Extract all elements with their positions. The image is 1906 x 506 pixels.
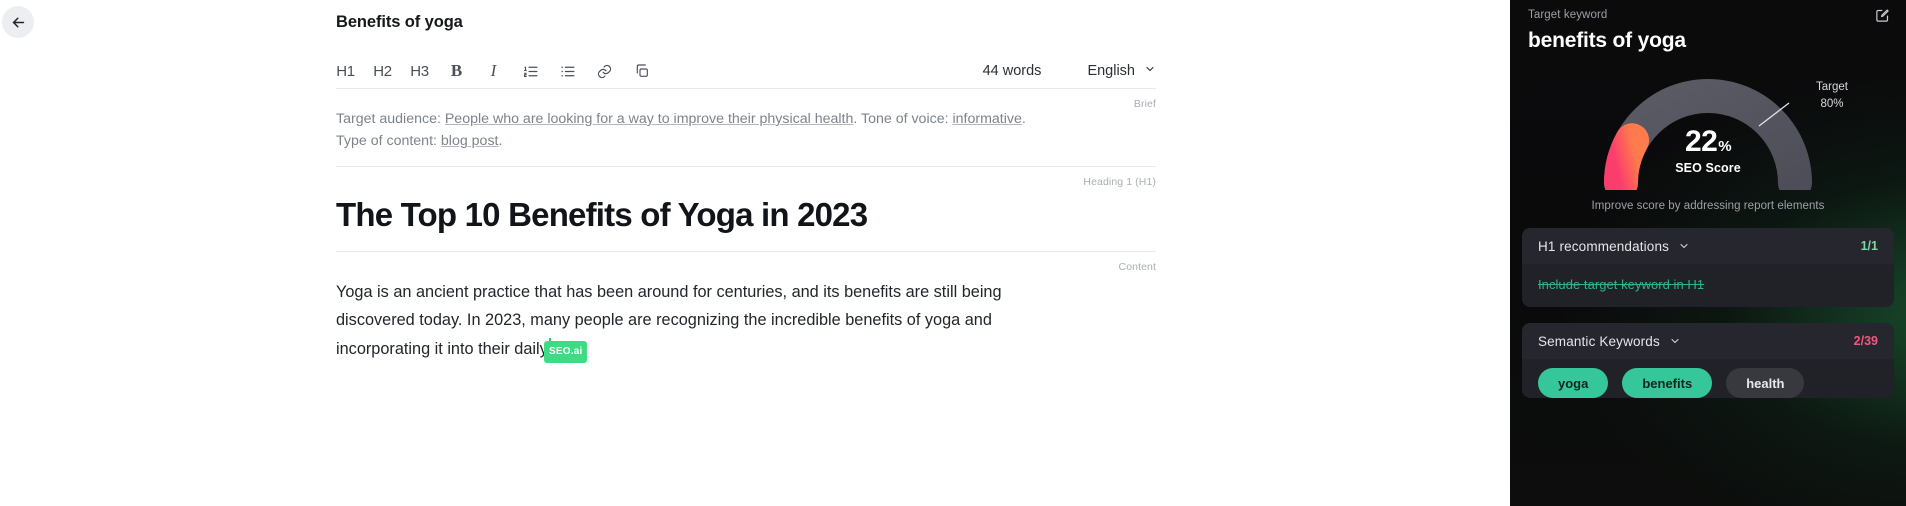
target-keyword-header: Target keyword benefits of yoga [1510,0,1906,53]
brief-block[interactable]: Brief Target audience: People who are lo… [336,89,1156,166]
chevron-down-icon[interactable] [1669,335,1681,347]
seo-score-gauge: 22% SEO Score Target 80% [1510,65,1906,190]
language-label: English [1087,63,1135,79]
heading-block-label: Heading 1 (H1) [1083,175,1156,188]
gauge-target-label: Target [1816,81,1848,93]
content-block-label: Content [1118,261,1156,274]
section-semantic-keywords: Semantic Keywords 2/39 yoga benefits hea… [1522,323,1894,398]
brief-audience-value: People who are looking for a way to impr… [444,111,854,127]
section-body: Include target keyword in H1 [1522,264,1894,307]
gauge-target-annotation: Target 80% [1816,79,1848,112]
link-icon[interactable] [595,59,614,83]
brief-text: Target audience: People who are looking … [336,98,1026,166]
brief-type-value: blog post [440,133,499,150]
edit-keyword-button[interactable] [1875,8,1890,23]
copy-icon[interactable] [632,59,651,83]
word-count: 44 words [982,63,1042,79]
toolbar-italic-button[interactable]: I [484,59,503,83]
gauge-target-value: 80% [1820,97,1844,110]
editor-toolbar: H1 H2 H3 B I 44 words English [336,54,1156,88]
keyword-chip-list: yoga benefits health [1522,359,1894,398]
section-header[interactable]: H1 recommendations 1/1 [1522,228,1894,264]
brief-block-label: Brief [1133,98,1156,110]
section-title: Semantic Keywords [1538,333,1660,349]
gauge-chart [1603,79,1812,190]
seo-report-panel: Target keyword benefits of yoga 22% SEO … [1510,0,1906,506]
keyword-chip[interactable]: benefits [1622,368,1713,398]
section-count-badge: 2/39 [1853,334,1878,348]
brief-suffix: . [498,133,503,150]
section-title: H1 recommendations [1538,238,1670,254]
content-block[interactable]: Content Yoga is an ancient practice that… [336,252,1156,364]
back-button[interactable] [2,6,34,38]
heading-block[interactable]: Heading 1 (H1) The Top 10 Benefits of Yo… [336,167,1156,251]
editor-pane: Benefits of yoga H1 H2 H3 B I 44 words E… [0,0,1510,506]
language-selector[interactable]: English [1087,63,1156,79]
gauge-note: Improve score by addressing report eleme… [1591,200,1825,212]
target-keyword-value: benefits of yoga [1528,29,1686,52]
toolbar-right-group: 44 words English [983,54,1156,88]
section-body: yoga benefits health [1522,359,1894,398]
section-header[interactable]: Semantic Keywords 2/39 [1522,323,1894,359]
collaborator-cursor-label: SEO.ai [544,341,588,364]
brief-tone-value: informative [952,111,1022,127]
target-keyword-label: Target keyword [1528,9,1608,21]
section-h1-recommendations: H1 recommendations 1/1 Include target ke… [1522,228,1894,307]
section-count-badge: 1/1 [1860,239,1878,253]
numbered-list-icon[interactable] [521,59,540,83]
chevron-down-icon[interactable] [1678,240,1690,252]
chevron-down-icon [1144,63,1156,79]
brief-tone-prefix: . Tone of voice: [853,111,953,127]
document-area: Benefits of yoga H1 H2 H3 B I 44 words E… [336,0,1156,364]
toolbar-bold-button[interactable]: B [447,59,466,83]
edit-square-icon [1875,8,1890,23]
document-title: Benefits of yoga [336,13,463,31]
brief-audience-prefix: Target audience: [336,111,445,127]
content-paragraph: Yoga is an ancient practice that has bee… [336,283,1002,358]
bullet-list-icon[interactable] [558,59,577,83]
keyword-chip[interactable]: yoga [1538,368,1609,398]
keyword-chip[interactable]: health [1726,368,1805,398]
heading-text: The Top 10 Benefits of Yoga in 2023 [336,195,868,233]
toolbar-h2-button[interactable]: H2 [373,59,392,83]
content-text: Yoga is an ancient practice that has bee… [336,264,1016,364]
recommendation-item[interactable]: Include target keyword in H1 [1538,277,1878,292]
toolbar-h3-button[interactable]: H3 [410,59,429,83]
app-root: Benefits of yoga H1 H2 H3 B I 44 words E… [0,0,1906,506]
toolbar-h1-button[interactable]: H1 [336,59,355,83]
arrow-left-icon [10,14,27,31]
